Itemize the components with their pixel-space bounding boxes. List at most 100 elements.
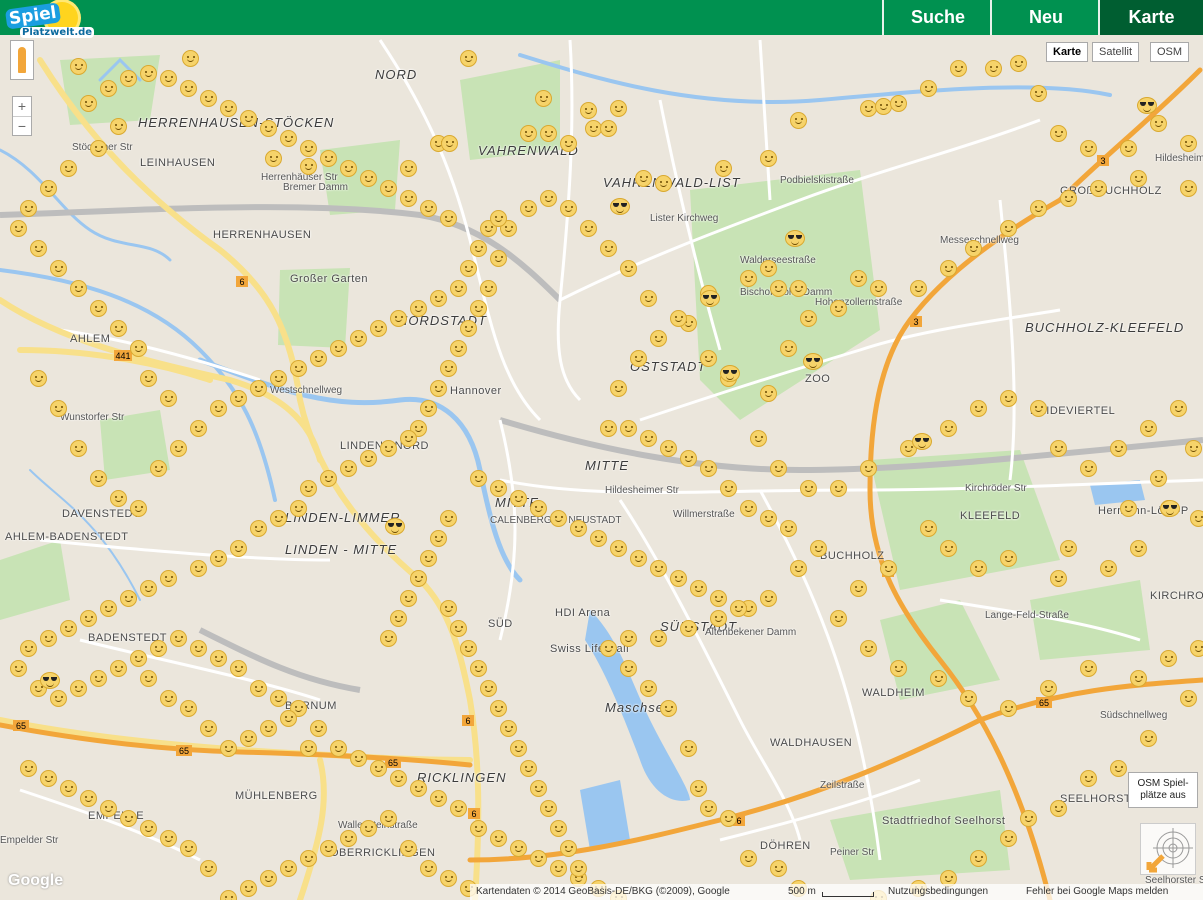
playground-smiley-icon[interactable] [630,550,647,567]
playground-smiley-icon[interactable] [1080,770,1097,787]
map-canvas[interactable]: 6 441 3 3 3 65 65 65 65 6 6 6 NORDHERREN… [0,35,1203,900]
playground-smiley-icon[interactable] [770,460,787,477]
playground-smiley-icon[interactable] [120,70,137,87]
playground-sunglasses-smiley-icon[interactable] [700,290,720,307]
playground-smiley-icon[interactable] [1050,800,1067,817]
playground-smiley-icon[interactable] [290,360,307,377]
playground-smiley-icon[interactable] [450,340,467,357]
playground-smiley-icon[interactable] [420,550,437,567]
playground-smiley-icon[interactable] [520,760,537,777]
playground-smiley-icon[interactable] [580,102,597,119]
map-type-satellite-button[interactable]: Satellit [1092,42,1140,62]
playground-smiley-icon[interactable] [220,740,237,757]
playground-smiley-icon[interactable] [910,280,927,297]
playground-smiley-icon[interactable] [1180,690,1197,707]
playground-smiley-icon[interactable] [420,400,437,417]
playground-smiley-icon[interactable] [190,560,207,577]
playground-smiley-icon[interactable] [760,150,777,167]
playground-smiley-icon[interactable] [20,200,37,217]
playground-smiley-icon[interactable] [970,400,987,417]
playground-smiley-icon[interactable] [130,500,147,517]
playground-smiley-icon[interactable] [1000,220,1017,237]
playground-smiley-icon[interactable] [600,420,617,437]
playground-smiley-icon[interactable] [10,660,27,677]
playground-smiley-icon[interactable] [70,680,87,697]
playground-smiley-icon[interactable] [500,720,517,737]
playground-smiley-icon[interactable] [40,180,57,197]
playground-smiley-icon[interactable] [1080,140,1097,157]
playground-smiley-icon[interactable] [520,125,537,142]
playground-smiley-icon[interactable] [510,840,527,857]
playground-smiley-icon[interactable] [1180,180,1197,197]
playground-smiley-icon[interactable] [530,780,547,797]
playground-smiley-icon[interactable] [300,158,317,175]
playground-smiley-icon[interactable] [430,790,447,807]
playground-smiley-icon[interactable] [1030,200,1047,217]
map-type-osm-button[interactable]: OSM [1150,42,1190,62]
playground-smiley-icon[interactable] [130,650,147,667]
playground-smiley-icon[interactable] [490,700,507,717]
playground-smiley-icon[interactable] [170,630,187,647]
playground-smiley-icon[interactable] [240,730,257,747]
playground-smiley-icon[interactable] [730,600,747,617]
playground-smiley-icon[interactable] [710,590,727,607]
playground-smiley-icon[interactable] [360,820,377,837]
playground-smiley-icon[interactable] [70,280,87,297]
playground-smiley-icon[interactable] [780,340,797,357]
playground-smiley-icon[interactable] [480,680,497,697]
playground-smiley-icon[interactable] [660,700,677,717]
playground-smiley-icon[interactable] [170,440,187,457]
playground-smiley-icon[interactable] [320,470,337,487]
playground-smiley-icon[interactable] [830,610,847,627]
playground-smiley-icon[interactable] [40,770,57,787]
playground-smiley-icon[interactable] [620,420,637,437]
playground-smiley-icon[interactable] [340,160,357,177]
playground-smiley-icon[interactable] [1130,170,1147,187]
playground-smiley-icon[interactable] [680,450,697,467]
playground-smiley-icon[interactable] [470,470,487,487]
playground-smiley-icon[interactable] [1000,390,1017,407]
playground-smiley-icon[interactable] [1000,700,1017,717]
playground-smiley-icon[interactable] [280,710,297,727]
playground-smiley-icon[interactable] [490,210,507,227]
playground-smiley-icon[interactable] [580,220,597,237]
playground-smiley-icon[interactable] [490,480,507,497]
playground-smiley-icon[interactable] [380,810,397,827]
playground-smiley-icon[interactable] [200,720,217,737]
playground-smiley-icon[interactable] [1000,830,1017,847]
playground-smiley-icon[interactable] [640,290,657,307]
playground-smiley-icon[interactable] [200,860,217,877]
playground-smiley-icon[interactable] [40,630,57,647]
playground-smiley-icon[interactable] [90,300,107,317]
playground-smiley-icon[interactable] [110,490,127,507]
playground-smiley-icon[interactable] [410,780,427,797]
playground-smiley-icon[interactable] [20,760,37,777]
playground-smiley-icon[interactable] [480,280,497,297]
playground-sunglasses-smiley-icon[interactable] [385,518,405,535]
playground-smiley-icon[interactable] [120,590,137,607]
playground-smiley-icon[interactable] [570,520,587,537]
playground-smiley-icon[interactable] [610,380,627,397]
playground-smiley-icon[interactable] [80,95,97,112]
playground-smiley-icon[interactable] [350,330,367,347]
playground-smiley-icon[interactable] [540,800,557,817]
playground-smiley-icon[interactable] [20,640,37,657]
playground-smiley-icon[interactable] [450,280,467,297]
playground-smiley-icon[interactable] [330,340,347,357]
playground-sunglasses-smiley-icon[interactable] [912,433,932,450]
playground-smiley-icon[interactable] [1050,440,1067,457]
playground-smiley-icon[interactable] [470,660,487,677]
playground-smiley-icon[interactable] [540,190,557,207]
playground-smiley-icon[interactable] [680,620,697,637]
playground-smiley-icon[interactable] [80,610,97,627]
playground-smiley-icon[interactable] [830,480,847,497]
playground-sunglasses-smiley-icon[interactable] [803,353,823,370]
nav-search-button[interactable]: Suche [882,0,992,35]
playground-smiley-icon[interactable] [870,280,887,297]
playground-sunglasses-smiley-icon[interactable] [785,230,805,247]
playground-smiley-icon[interactable] [760,260,777,277]
playground-smiley-icon[interactable] [550,860,567,877]
playground-smiley-icon[interactable] [680,740,697,757]
playground-smiley-icon[interactable] [715,160,732,177]
playground-smiley-icon[interactable] [1080,660,1097,677]
